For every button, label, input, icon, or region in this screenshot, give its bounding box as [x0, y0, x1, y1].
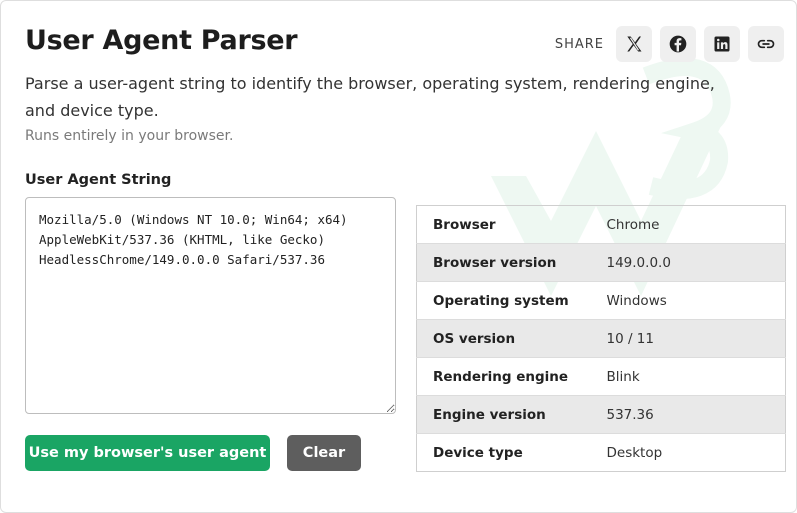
- result-value: 10 / 11: [590, 319, 786, 358]
- page-description: Parse a user-agent string to identify th…: [25, 74, 715, 120]
- result-value: Blink: [590, 357, 786, 396]
- share-x-button[interactable]: [616, 26, 652, 62]
- table-row: OS version 10 / 11: [416, 319, 786, 358]
- link-icon: [757, 39, 775, 49]
- result-value: Chrome: [606, 216, 660, 233]
- table-row: Device type Desktop: [416, 433, 786, 472]
- result-value: 537.36: [590, 395, 786, 434]
- ua-input-label: User Agent String: [25, 172, 172, 188]
- result-value: 149.0.0.0: [590, 243, 786, 282]
- table-row: Engine version 537.36: [416, 395, 786, 434]
- result-key: Device type: [416, 433, 591, 472]
- linkedin-icon: [714, 36, 730, 52]
- result-key: Browser: [433, 216, 496, 233]
- share-linkedin-button[interactable]: [704, 26, 740, 62]
- result-key: Operating system: [416, 281, 591, 320]
- result-value: Windows: [590, 281, 786, 320]
- share-label: SHARE: [554, 36, 604, 52]
- share-bar: SHARE: [555, 26, 784, 62]
- ua-input[interactable]: [25, 197, 396, 414]
- share-facebook-button[interactable]: [660, 26, 696, 62]
- facebook-icon: [669, 35, 687, 53]
- page-container: User Agent Parser SHARE Parse a user-age…: [0, 0, 797, 513]
- result-key: OS version: [416, 319, 591, 358]
- table-row: Browser Chrome: [417, 206, 786, 244]
- page-subtitle: Runs entirely in your browser.: [25, 128, 234, 144]
- page-title: User Agent Parser: [25, 25, 298, 56]
- result-value: Desktop: [590, 433, 786, 472]
- x-icon: [627, 36, 642, 52]
- table-row: Rendering engine Blink: [416, 357, 786, 396]
- table-row: Browser version 149.0.0.0: [416, 243, 786, 282]
- result-key: Browser version: [416, 243, 591, 282]
- share-link-button[interactable]: [748, 26, 784, 62]
- result-key: Engine version: [416, 395, 591, 434]
- result-key: Rendering engine: [416, 357, 591, 396]
- use-browser-ua-button[interactable]: Use my browser's user agent: [25, 435, 270, 471]
- clear-button[interactable]: Clear: [287, 435, 361, 471]
- results-table: Browser Chrome Browser version 149.0.0.0 O…: [416, 205, 786, 472]
- table-row: Operating system Windows: [416, 281, 786, 320]
